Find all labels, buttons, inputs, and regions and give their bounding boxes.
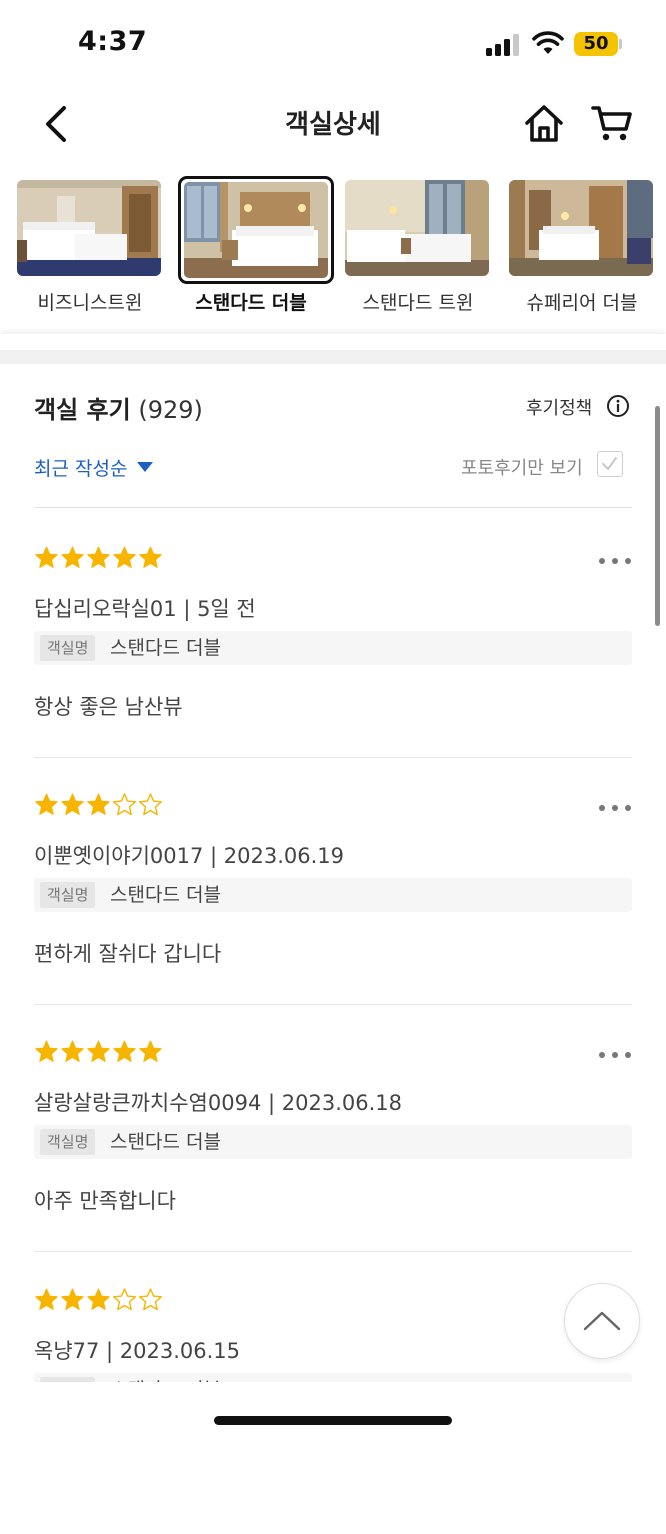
room-name: 스탠다드 더블 [110, 1131, 221, 1153]
review-content: 항상 좋은 남산뷰 [34, 695, 183, 719]
room-name-box: 객실명 스탠다드 더블 [34, 878, 632, 912]
list-divider [34, 507, 632, 508]
star-filled-icon [35, 793, 58, 815]
reviews-heading: 객실 후기 (929) [34, 390, 203, 425]
cart-icon[interactable] [590, 100, 634, 144]
page-title: 객실상세 [285, 110, 381, 140]
room-thumbnail [345, 180, 489, 276]
bottom-safe-area [0, 1382, 666, 1440]
room-label: 스탠다드 더블 [195, 292, 307, 314]
scrollbar[interactable] [655, 406, 660, 626]
room-type-carousel: 비즈니스트윈 스탠다드 더블 스탠다드 트윈 슈페리어 더블 [0, 176, 666, 326]
star-filled-icon [87, 1040, 110, 1062]
more-options-icon[interactable] [598, 804, 632, 812]
review-author-date: 살랑살랑큰까치수염0094 | 2023.06.18 [34, 1091, 402, 1115]
home-indicator [214, 1416, 452, 1425]
review-divider [34, 1004, 632, 1005]
wifi-icon [532, 31, 564, 54]
star-filled-icon [113, 1040, 136, 1062]
room-name: 스탠다드 더블 [110, 637, 221, 659]
star-filled-icon [139, 1040, 162, 1062]
room-label: 슈페리어 더블 [526, 292, 638, 314]
star-rating [34, 1039, 164, 1065]
review-content: 편하게 잘쉬다 갑니다 [34, 942, 222, 966]
reviews-count: (929) [138, 396, 203, 424]
review-author-date: 답십리오락실01 | 5일 전 [34, 597, 256, 621]
review-divider [34, 757, 632, 758]
star-filled-icon [139, 546, 162, 568]
star-filled-icon [113, 546, 136, 568]
star-filled-icon [87, 546, 110, 568]
star-filled-icon [61, 1040, 84, 1062]
section-gap [0, 350, 666, 364]
star-empty-icon [113, 793, 136, 816]
star-filled-icon [35, 546, 58, 568]
star-filled-icon [35, 1288, 58, 1310]
room-thumbnail [509, 180, 653, 276]
battery-icon: 50 [574, 32, 618, 56]
review-item: 답십리오락실01 | 5일 전 객실명 스탠다드 더블 항상 좋은 남산뷰 [34, 545, 632, 792]
caret-down-icon[interactable] [136, 461, 154, 473]
more-options-icon[interactable] [598, 1051, 632, 1059]
check-icon [602, 457, 617, 470]
home-icon[interactable] [522, 102, 566, 146]
section-divider [0, 334, 666, 350]
chevron-up-icon [583, 1311, 621, 1331]
room-name-box: 객실명 스탠다드 더블 [34, 1125, 632, 1159]
star-filled-icon [35, 1040, 58, 1062]
room-thumbnail [17, 180, 161, 276]
battery-cap [619, 39, 622, 49]
room-name-tag: 객실명 [40, 635, 96, 661]
star-filled-icon [61, 546, 84, 568]
room-name: 스탠다드 더블 [110, 884, 221, 906]
cellular-signal-icon [486, 34, 520, 56]
more-options-icon[interactable] [598, 557, 632, 565]
reviews-title: 객실 후기 [34, 396, 131, 424]
room-name-box: 객실명 스탠다드 더블 [34, 631, 632, 665]
battery-level: 50 [583, 33, 609, 54]
status-time: 4:37 [78, 26, 148, 57]
star-empty-icon [139, 793, 162, 816]
nav-header: 객실상세 [0, 88, 666, 160]
review-item: 살랑살랑큰까치수염0094 | 2023.06.18 객실명 스탠다드 더블 아… [34, 1039, 632, 1286]
info-icon[interactable] [606, 394, 630, 418]
photo-review-only-checkbox[interactable] [597, 451, 623, 477]
room-thumbnail [178, 176, 334, 284]
room-name-tag: 객실명 [40, 1129, 96, 1155]
star-empty-icon [113, 1288, 136, 1311]
room-label: 비즈니스트윈 [37, 292, 143, 314]
review-item: 이뿐옛이야기0017 | 2023.06.19 객실명 스탠다드 더블 편하게 … [34, 792, 632, 1039]
scroll-to-top-button[interactable] [564, 1283, 640, 1359]
status-bar: 4:37 50 [0, 0, 666, 88]
review-policy-link[interactable]: 후기정책 [526, 394, 592, 420]
star-rating [34, 545, 164, 571]
review-author-date: 옥냥77 | 2023.06.15 [34, 1339, 241, 1363]
review-author-date: 이뿐옛이야기0017 | 2023.06.19 [34, 844, 345, 868]
photo-review-only-label: 포토후기만 보기 [461, 458, 583, 479]
star-rating [34, 792, 164, 818]
star-filled-icon [87, 1288, 110, 1310]
sort-dropdown[interactable]: 최근 작성순 [34, 454, 127, 481]
star-filled-icon [87, 793, 110, 815]
review-divider [34, 1251, 632, 1252]
room-name-tag: 객실명 [40, 882, 96, 908]
star-filled-icon [61, 793, 84, 815]
star-empty-icon [139, 1288, 162, 1311]
review-content: 아주 만족합니다 [34, 1189, 176, 1213]
room-label: 스탠다드 트윈 [362, 292, 474, 314]
star-filled-icon [61, 1288, 84, 1310]
star-rating [34, 1287, 164, 1313]
